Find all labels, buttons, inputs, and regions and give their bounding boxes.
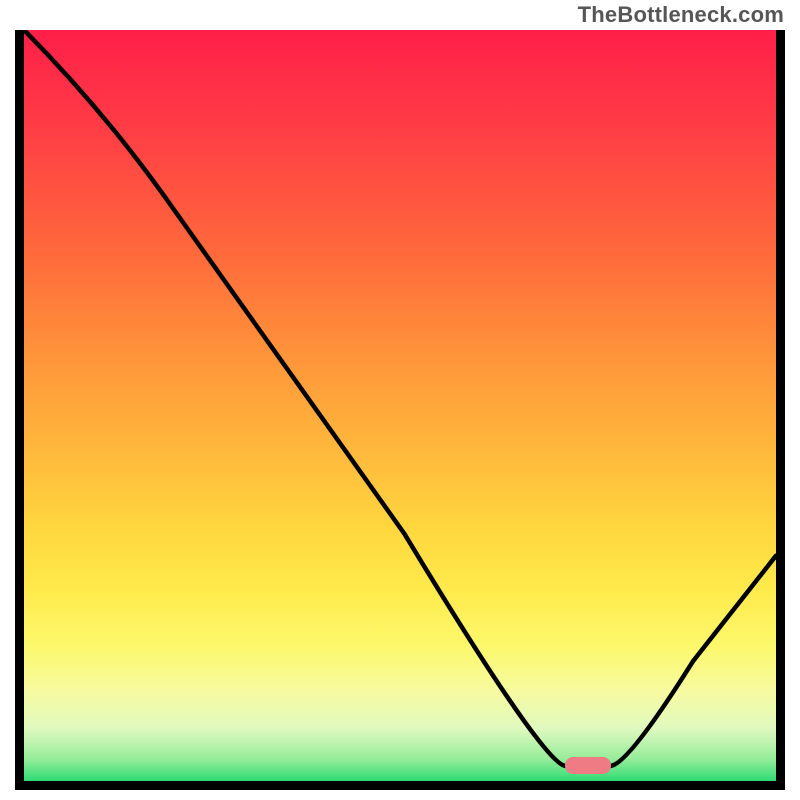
curve-svg bbox=[24, 30, 776, 781]
plot-area bbox=[15, 30, 785, 790]
attribution-text: TheBottleneck.com bbox=[578, 2, 784, 28]
chart-container: TheBottleneck.com bbox=[0, 0, 800, 800]
optimal-marker bbox=[565, 757, 610, 774]
bottleneck-curve bbox=[24, 30, 776, 766]
